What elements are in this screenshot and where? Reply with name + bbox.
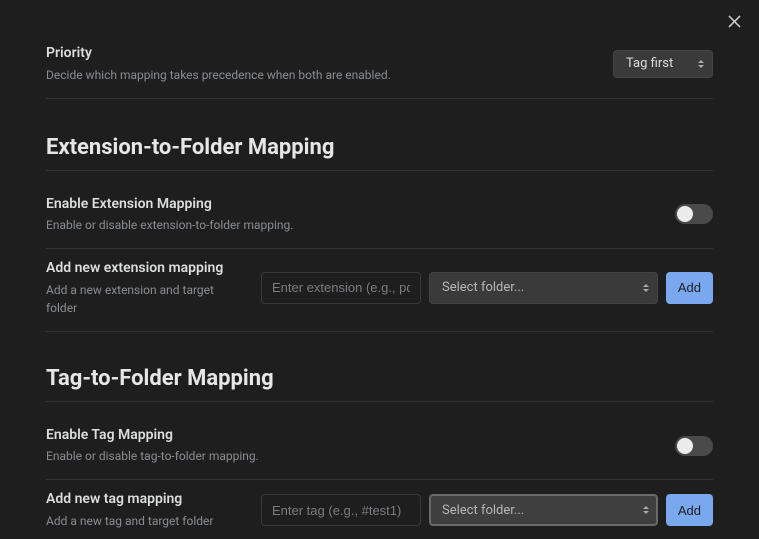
ext-folder-dropdown-value: Select folder... <box>442 280 524 295</box>
close-icon <box>728 15 741 28</box>
ext-enable-title: Enable Extension Mapping <box>46 195 659 215</box>
tag-enable-toggle[interactable] <box>675 436 713 456</box>
ext-add-title: Add new extension mapping <box>46 259 245 279</box>
ext-folder-dropdown[interactable]: Select folder... <box>429 272 658 304</box>
tag-add-button[interactable]: Add <box>666 494 713 526</box>
ext-section-heading: Extension-to-Folder Mapping <box>46 135 713 171</box>
settings-panel: Priority Decide which mapping takes prec… <box>0 0 759 539</box>
tag-folder-dropdown-value: Select folder... <box>442 503 524 518</box>
ext-add-desc: Add a new extension and target folder <box>46 281 245 317</box>
priority-dropdown-value: Tag first <box>626 56 673 71</box>
priority-row: Priority Decide which mapping takes prec… <box>46 34 713 99</box>
tag-input[interactable] <box>261 494 421 526</box>
ext-enable-desc: Enable or disable extension-to-folder ma… <box>46 216 659 234</box>
tag-enable-title: Enable Tag Mapping <box>46 426 659 446</box>
ext-enable-row: Enable Extension Mapping Enable or disab… <box>46 185 713 250</box>
tag-add-desc: Add a new tag and target folder <box>46 512 245 530</box>
tag-enable-desc: Enable or disable tag-to-folder mapping. <box>46 447 659 465</box>
chevron-updown-icon <box>696 57 706 71</box>
tag-enable-row: Enable Tag Mapping Enable or disable tag… <box>46 416 713 481</box>
tag-folder-dropdown[interactable]: Select folder... <box>429 494 658 526</box>
close-button[interactable] <box>723 10 745 32</box>
toggle-knob <box>677 206 693 222</box>
tag-section-heading: Tag-to-Folder Mapping <box>46 366 713 402</box>
priority-desc: Decide which mapping takes precedence wh… <box>46 66 597 84</box>
tag-add-title: Add new tag mapping <box>46 490 245 510</box>
chevron-updown-icon <box>641 503 651 517</box>
chevron-updown-icon <box>641 281 651 295</box>
ext-add-button[interactable]: Add <box>666 272 713 304</box>
tag-add-row: Add new tag mapping Add a new tag and ta… <box>46 480 713 539</box>
ext-enable-toggle[interactable] <box>675 204 713 224</box>
ext-add-row: Add new extension mapping Add a new exte… <box>46 249 713 332</box>
priority-title: Priority <box>46 44 597 64</box>
ext-input[interactable] <box>261 272 421 304</box>
toggle-knob <box>677 438 693 454</box>
priority-dropdown[interactable]: Tag first <box>613 50 713 78</box>
